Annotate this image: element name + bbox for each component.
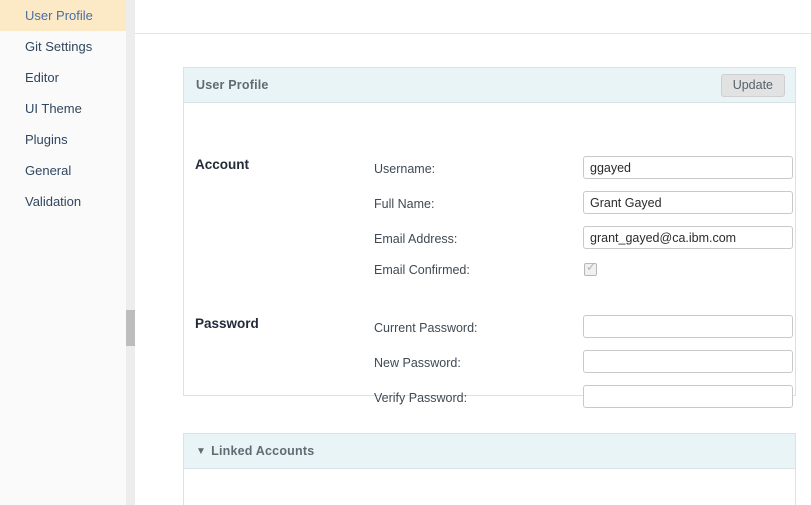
user-profile-panel-header: User Profile Update: [184, 68, 795, 103]
sidebar-item-general[interactable]: General: [0, 155, 126, 186]
sidebar-item-plugins[interactable]: Plugins: [0, 124, 126, 155]
current-password-input[interactable]: [583, 315, 793, 338]
verify-password-label: Verify Password:: [374, 391, 468, 405]
panel-title: Linked Accounts: [211, 444, 315, 458]
new-password-label: New Password:: [374, 356, 461, 370]
content-top-divider: [135, 33, 811, 34]
sidebar-item-validation[interactable]: Validation: [0, 186, 126, 217]
email-address-label: Email Address:: [374, 232, 458, 246]
linked-accounts-panel: ▼ Linked Accounts Add external account: g: [183, 433, 796, 505]
settings-page: User Profile Git Settings Editor UI Them…: [0, 0, 811, 505]
linked-accounts-panel-body: Add external account: g: [184, 469, 795, 505]
user-profile-panel: User Profile Update Account Username: Fu…: [183, 67, 796, 408]
linked-accounts-panel-header[interactable]: ▼ Linked Accounts: [184, 434, 795, 469]
sidebar-item-editor[interactable]: Editor: [0, 62, 126, 93]
sidebar-item-label: Plugins: [25, 132, 68, 147]
update-button[interactable]: Update: [720, 74, 785, 97]
email-confirmed-checkbox: ✓: [584, 260, 597, 276]
full-name-input[interactable]: [583, 191, 793, 214]
account-section-label: Account: [195, 157, 249, 172]
sidebar-item-label: Validation: [25, 194, 82, 209]
sidebar-item-ui-theme[interactable]: UI Theme: [0, 93, 126, 124]
panel-title: User Profile: [196, 78, 269, 92]
content-area: User Profile Update Account Username: Fu…: [135, 0, 811, 505]
check-icon: ✓: [586, 260, 597, 274]
sidebar-item-label: Git Settings: [25, 39, 93, 54]
vertical-scrollbar-track[interactable]: [126, 0, 135, 505]
sidebar: User Profile Git Settings Editor UI Them…: [0, 0, 126, 505]
sidebar-item-label: Editor: [25, 70, 59, 85]
sidebar-item-git-settings[interactable]: Git Settings: [0, 31, 126, 62]
new-password-input[interactable]: [583, 350, 793, 373]
full-name-label: Full Name:: [374, 197, 435, 211]
password-section-label: Password: [195, 316, 259, 331]
sidebar-item-label: General: [25, 163, 72, 178]
user-profile-panel-body: Account Username: Full Name: Email Addre…: [184, 103, 795, 430]
chevron-down-icon[interactable]: ▼: [196, 446, 206, 457]
current-password-label: Current Password:: [374, 321, 478, 335]
email-address-input[interactable]: [583, 226, 793, 249]
linked-accounts-title-row: ▼ Linked Accounts: [196, 434, 314, 470]
vertical-scrollbar-thumb[interactable]: [126, 310, 135, 346]
username-input[interactable]: [583, 156, 793, 179]
email-confirmed-label: Email Confirmed:: [374, 263, 470, 277]
verify-password-input[interactable]: [583, 385, 793, 408]
username-label: Username:: [374, 162, 436, 176]
sidebar-item-user-profile[interactable]: User Profile: [0, 0, 126, 31]
sidebar-item-label: UI Theme: [25, 101, 82, 116]
sidebar-item-label: User Profile: [25, 8, 93, 23]
